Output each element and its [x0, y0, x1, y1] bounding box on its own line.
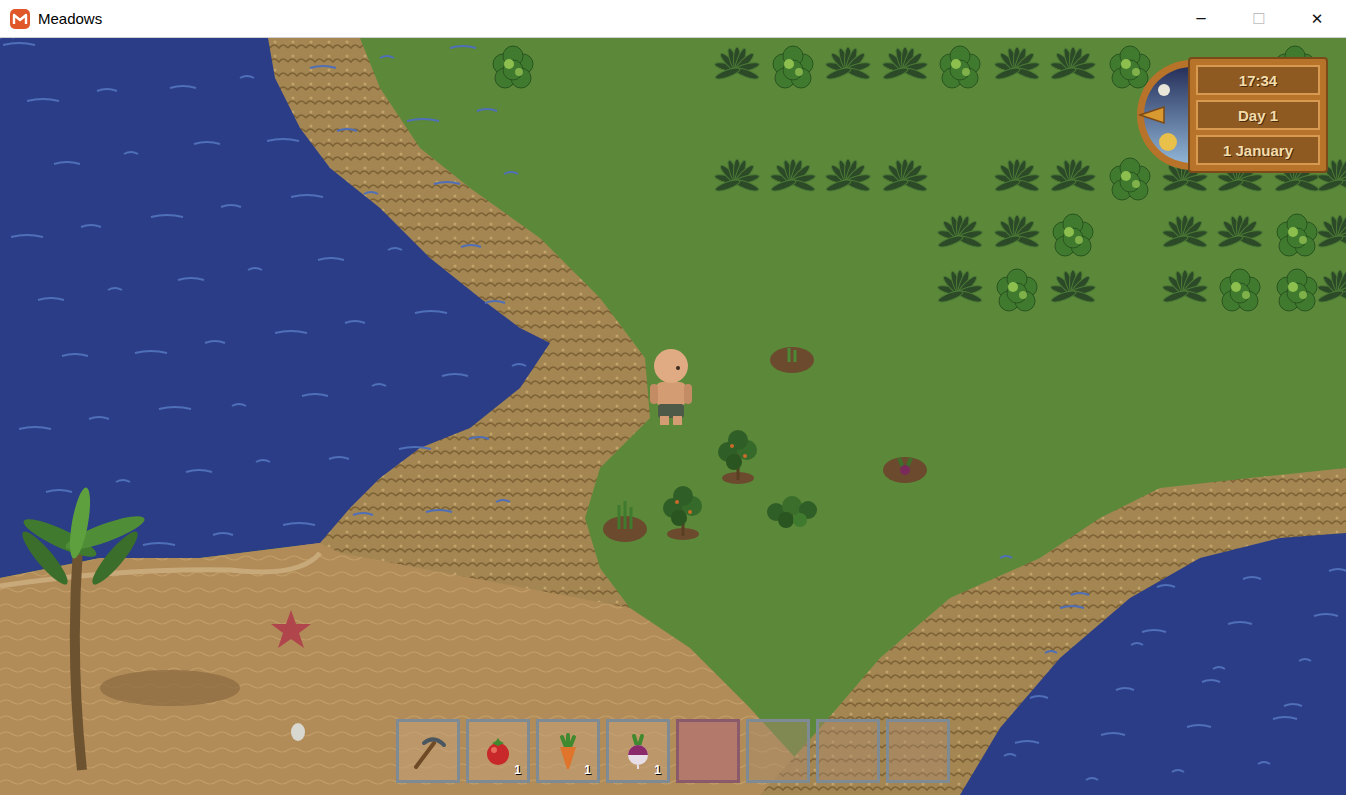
crop-plant[interactable]: [1162, 270, 1208, 304]
hotbar-slot[interactable]: [816, 719, 880, 783]
crop-plant[interactable]: [994, 47, 1040, 81]
shell-icon[interactable]: [291, 723, 305, 741]
hotbar-slot[interactable]: [676, 719, 740, 783]
crop-plant[interactable]: [714, 159, 760, 193]
world-map[interactable]: [0, 38, 1346, 795]
crop-plant[interactable]: [997, 269, 1037, 311]
hotbar: 1 1 1: [396, 719, 950, 783]
crop-plant[interactable]: [1110, 46, 1150, 88]
crop-plant[interactable]: [825, 159, 871, 193]
crop-plant[interactable]: [1317, 215, 1346, 249]
crop-plant[interactable]: [773, 46, 813, 88]
game-view: 17:34 Day 1 1 January 1 1 1: [0, 38, 1346, 795]
right-cliff: [760, 468, 1346, 795]
tomato-bush[interactable]: [663, 486, 702, 540]
melon-vine[interactable]: [767, 496, 817, 528]
crop-plant[interactable]: [493, 46, 533, 88]
hotbar-slot[interactable]: 1: [606, 719, 670, 783]
right-sea: [960, 533, 1346, 795]
day-label: Day 1: [1196, 100, 1320, 130]
hotbar-slot[interactable]: [886, 719, 950, 783]
crop-plant[interactable]: [994, 159, 1040, 193]
sprout-mound[interactable]: [603, 501, 647, 542]
window-title: Meadows: [38, 10, 102, 27]
crop-plant[interactable]: [1050, 159, 1096, 193]
crop-plant[interactable]: [1317, 270, 1346, 304]
beet-mound[interactable]: [883, 457, 927, 483]
starfish-icon[interactable]: [271, 610, 311, 648]
crop-plant[interactable]: [1277, 214, 1317, 256]
window-control-button[interactable]: ✕: [1288, 10, 1346, 28]
item-count: 1: [584, 763, 591, 777]
crop-plant[interactable]: [940, 46, 980, 88]
crop-plant[interactable]: [770, 159, 816, 193]
window-control-button[interactable]: ☐: [1230, 10, 1288, 28]
crop-plant[interactable]: [882, 159, 928, 193]
hoe-icon: [408, 731, 448, 771]
crop-plant[interactable]: [937, 270, 983, 304]
crop-plant[interactable]: [1050, 270, 1096, 304]
crop-plant[interactable]: [1050, 47, 1096, 81]
crop-plant[interactable]: [1217, 215, 1263, 249]
item-count: 1: [654, 763, 661, 777]
turnip-icon: [618, 731, 658, 771]
hotbar-slot[interactable]: [396, 719, 460, 783]
date-label: 1 January: [1196, 135, 1320, 165]
farmer-character[interactable]: [650, 349, 692, 425]
hotbar-slot[interactable]: 1: [536, 719, 600, 783]
crop-plant[interactable]: [882, 47, 928, 81]
carrot-icon: [548, 731, 588, 771]
crop-plant[interactable]: [825, 47, 871, 81]
crop-plant[interactable]: [714, 47, 760, 81]
clock-panel: 17:34 Day 1 1 January: [1120, 57, 1328, 173]
grass: [0, 38, 1346, 795]
date-plaques: 17:34 Day 1 1 January: [1188, 57, 1328, 173]
tomato-icon: [478, 731, 518, 771]
beach: [0, 543, 820, 795]
window-controls: ─☐✕: [1172, 10, 1346, 28]
crop-plant[interactable]: [1162, 215, 1208, 249]
crop-plant[interactable]: [937, 215, 983, 249]
crop-plant[interactable]: [1277, 269, 1317, 311]
seedling-mound[interactable]: [770, 347, 814, 373]
window-control-button[interactable]: ─: [1172, 10, 1230, 28]
crop-plant[interactable]: [1220, 269, 1260, 311]
crop-plant[interactable]: [994, 215, 1040, 249]
title-bar: Meadows ─☐✕: [0, 0, 1346, 38]
game-window: Meadows ─☐✕ 17:34 Day 1 1 January 1 1 1: [0, 0, 1346, 795]
left-sea: [0, 38, 550, 578]
item-count: 1: [514, 763, 521, 777]
waves: [0, 38, 1346, 780]
monogame-logo-icon: [10, 9, 30, 29]
crop-plant[interactable]: [1053, 214, 1093, 256]
hotbar-slot[interactable]: 1: [466, 719, 530, 783]
hotbar-slot[interactable]: [746, 719, 810, 783]
palm-tree: [17, 486, 240, 770]
time-label: 17:34: [1196, 65, 1320, 95]
tomato-bush[interactable]: [718, 430, 757, 484]
day-night-dial-icon: [1120, 60, 1192, 170]
crop-plant[interactable]: [1110, 158, 1150, 200]
